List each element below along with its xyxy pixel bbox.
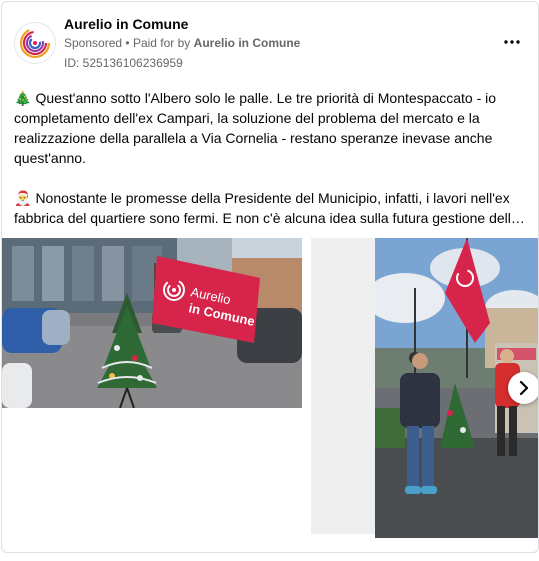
page-avatar[interactable] xyxy=(14,22,56,64)
santa-emoji: 🎅 xyxy=(14,190,32,206)
chevron-right-icon xyxy=(519,381,529,395)
sponsored-post-card: Aurelio in Comune Sponsored • Paid for b… xyxy=(1,1,539,553)
more-options-button[interactable] xyxy=(498,28,526,56)
carousel-photo-1[interactable]: Aurelio in Comune xyxy=(2,238,302,408)
page-name-link[interactable]: Aurelio in Comune xyxy=(64,16,188,32)
paragraph-2-text: Nonostante le promesse della Presidente … xyxy=(14,190,519,226)
post-paragraph-1: 🎄 Quest'anno sotto l'Albero solo le palle… xyxy=(14,88,526,168)
carousel-gap xyxy=(311,238,375,534)
post-paragraph-2[interactable]: 🎅 Nonostante le promesse della Presidente… xyxy=(14,188,526,228)
sponsored-line: Sponsored • Paid for by Aurelio in Comun… xyxy=(64,36,300,50)
post-header: Aurelio in Comune Sponsored • Paid for b… xyxy=(14,14,526,74)
christmas-tree-emoji: 🎄 xyxy=(14,90,32,106)
post-body: 🎄 Quest'anno sotto l'Albero solo le palle… xyxy=(14,88,526,228)
media-carousel: Aurelio in Comune xyxy=(2,238,538,540)
ad-id: ID: 525136106236959 xyxy=(64,56,183,70)
photo-christmas-tree-with-flag: Aurelio in Comune xyxy=(2,238,302,408)
aurelio-spiral-logo-icon xyxy=(19,27,51,59)
ellipsis-icon xyxy=(504,40,520,44)
separator-dot: • xyxy=(125,36,130,50)
sponsored-label: Sponsored xyxy=(64,36,123,50)
paragraph-1-text: Quest'anno sotto l'Albero solo le palle.… xyxy=(14,90,497,166)
carousel-next-button[interactable] xyxy=(508,372,538,404)
paid-for-label: Paid for by xyxy=(132,36,191,50)
paid-for-by-name: Aurelio in Comune xyxy=(193,36,301,50)
